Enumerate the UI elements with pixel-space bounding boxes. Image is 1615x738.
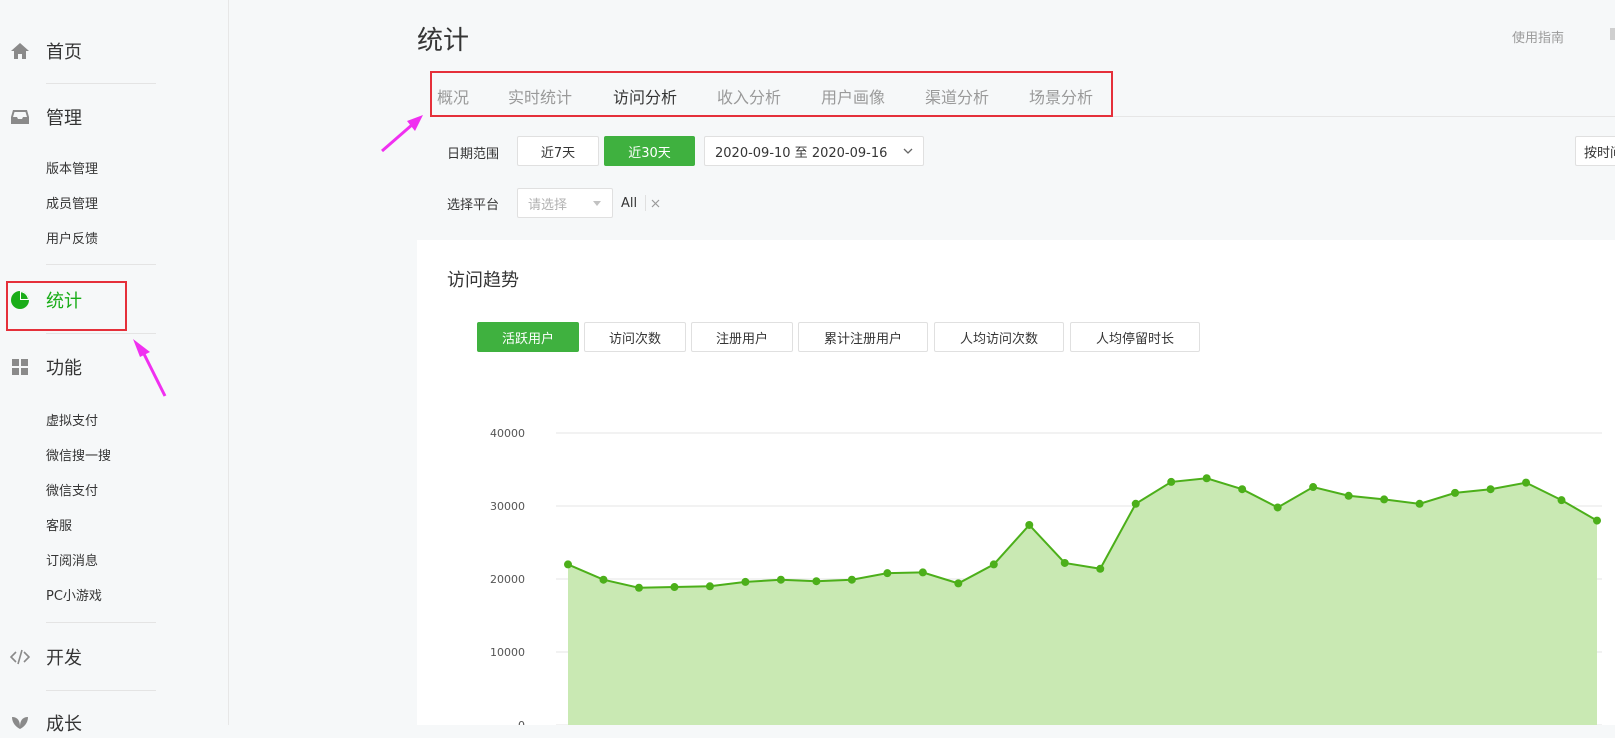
data-point (1273, 503, 1282, 512)
data-point (705, 582, 714, 591)
btn-30days[interactable]: 近30天 (604, 136, 695, 166)
data-point (1522, 478, 1531, 487)
data-point (1309, 483, 1318, 492)
data-point (812, 577, 821, 586)
annotation-arrow-tabs (381, 115, 423, 153)
platform-label: 选择平台 (447, 198, 500, 213)
platform-select[interactable]: 请选择 (517, 188, 613, 218)
data-point (1593, 516, 1601, 525)
time-group-select[interactable]: 按时间 (1575, 136, 1615, 166)
data-point (847, 575, 856, 584)
guide-link[interactable]: 使用指南 (1512, 27, 1564, 46)
data-point (670, 583, 679, 592)
data-point (1202, 474, 1211, 483)
page-title: 统计 (417, 26, 470, 56)
data-point (1167, 477, 1176, 486)
tag-separator (645, 195, 647, 211)
y-tick-label: 30000 (490, 500, 525, 513)
platform-tag: All (621, 193, 660, 213)
data-point (1451, 488, 1460, 497)
platform-placeholder: 请选择 (528, 197, 568, 213)
chevron-down-icon (903, 148, 913, 154)
data-point (918, 568, 927, 577)
y-tick-label: 0 (518, 719, 525, 725)
series-area (568, 478, 1597, 725)
data-point (1557, 496, 1566, 505)
y-tick-label: 40000 (490, 427, 525, 440)
trend-chart: 40000 30000 20000 10000 0 (490, 427, 1602, 725)
trend-card: 访问趋势 活跃用户 访问次数 注册用户 累计注册用户 人均访问次数 人均停留时长… (417, 240, 1615, 725)
date-value: 2020-09-10 至 2020-09-16 (715, 145, 888, 161)
data-point (599, 575, 608, 584)
annotation-arrow-sidebar (133, 339, 167, 397)
data-point (741, 577, 750, 586)
data-point (1380, 495, 1389, 504)
data-point (883, 569, 892, 578)
data-point (1415, 499, 1424, 508)
y-tick-label: 20000 (490, 573, 525, 586)
data-point (1096, 564, 1105, 573)
data-point (1486, 485, 1495, 494)
data-point (634, 583, 643, 592)
data-point (564, 560, 572, 569)
btn-7days[interactable]: 近7天 (517, 136, 599, 166)
date-picker[interactable]: 2020-09-10 至 2020-09-16 (704, 136, 924, 166)
data-point (954, 579, 963, 588)
data-point (989, 560, 998, 569)
data-point (776, 575, 785, 584)
data-point (1025, 520, 1034, 529)
date-range-label: 日期范围 (447, 147, 500, 162)
close-icon[interactable] (651, 199, 660, 208)
data-point (1060, 558, 1069, 567)
platform-tag-label: All (621, 195, 638, 211)
tabs-highlight-box (430, 71, 1113, 117)
data-point (1131, 499, 1140, 508)
caret-down-icon (593, 201, 601, 206)
top-link-cutoff (1610, 28, 1615, 40)
y-tick-label: 10000 (490, 646, 525, 659)
data-point (1238, 485, 1247, 494)
data-point (1344, 491, 1353, 500)
